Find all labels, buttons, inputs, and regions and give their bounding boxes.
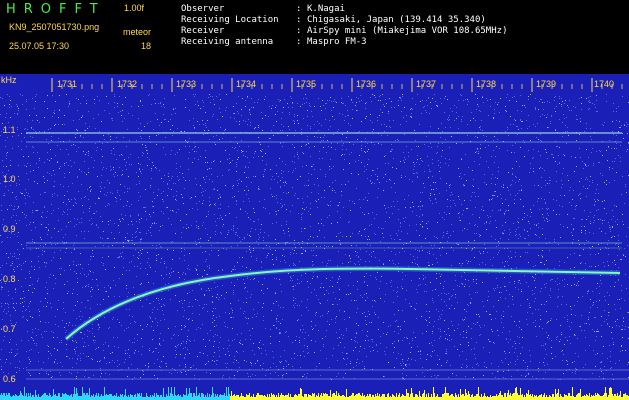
meteor-label: meteor: [123, 27, 152, 37]
file-name: KN9_2507051730.png: [9, 22, 100, 32]
timestamp: 25.07.05 17:30: [9, 41, 70, 51]
version-label: 1.00f: [124, 3, 145, 13]
time-tick-label: 1731: [57, 79, 78, 89]
spectrogram-background: [0, 74, 629, 400]
meteor-count: 18: [141, 41, 152, 51]
info-value-antenna: Maspro FM-3: [307, 37, 367, 47]
y-tick-label: 1.0: [3, 174, 16, 184]
spectrogram: [0, 74, 629, 400]
y-tick-label: 0.9: [3, 224, 16, 234]
y-axis-unit: kHz: [1, 75, 17, 85]
time-tick-label: 1733: [176, 79, 197, 89]
app-logo: HROFFT: [6, 2, 106, 17]
info-colon: :: [296, 26, 302, 36]
header-panel: HROFFT 1.00f KN9_2507051730.png meteor 2…: [0, 0, 629, 74]
info-key-antenna: Receiving antenna: [181, 37, 274, 47]
info-key-observer: Observer: [181, 4, 225, 14]
y-tick-label: 0.8: [3, 274, 16, 284]
info-key-location: Receiving Location: [181, 15, 279, 25]
info-colon: :: [296, 37, 302, 47]
y-tick-label: 0.7: [3, 324, 16, 334]
time-tick-label: 1740: [594, 79, 615, 89]
info-key-receiver: Receiver: [181, 26, 225, 36]
info-value-observer: K.Nagai: [307, 4, 345, 14]
time-tick-label: 1736: [356, 79, 377, 89]
time-tick-label: 1734: [236, 79, 257, 89]
time-tick-label: 1735: [296, 79, 317, 89]
info-colon: :: [296, 15, 302, 25]
info-value-receiver: AirSpy mini (Miakejima VOR 108.65MHz): [307, 26, 508, 36]
y-tick-label: 0.6: [3, 374, 16, 384]
info-value-location: Chigasaki, Japan (139.414 35.340): [307, 15, 486, 25]
time-tick-label: 1739: [536, 79, 557, 89]
info-colon: :: [296, 4, 302, 14]
time-tick-label: 1732: [117, 79, 138, 89]
time-tick-label: 1738: [476, 79, 497, 89]
y-tick-label: 1.1: [3, 125, 16, 135]
time-tick-label: 1737: [416, 79, 437, 89]
